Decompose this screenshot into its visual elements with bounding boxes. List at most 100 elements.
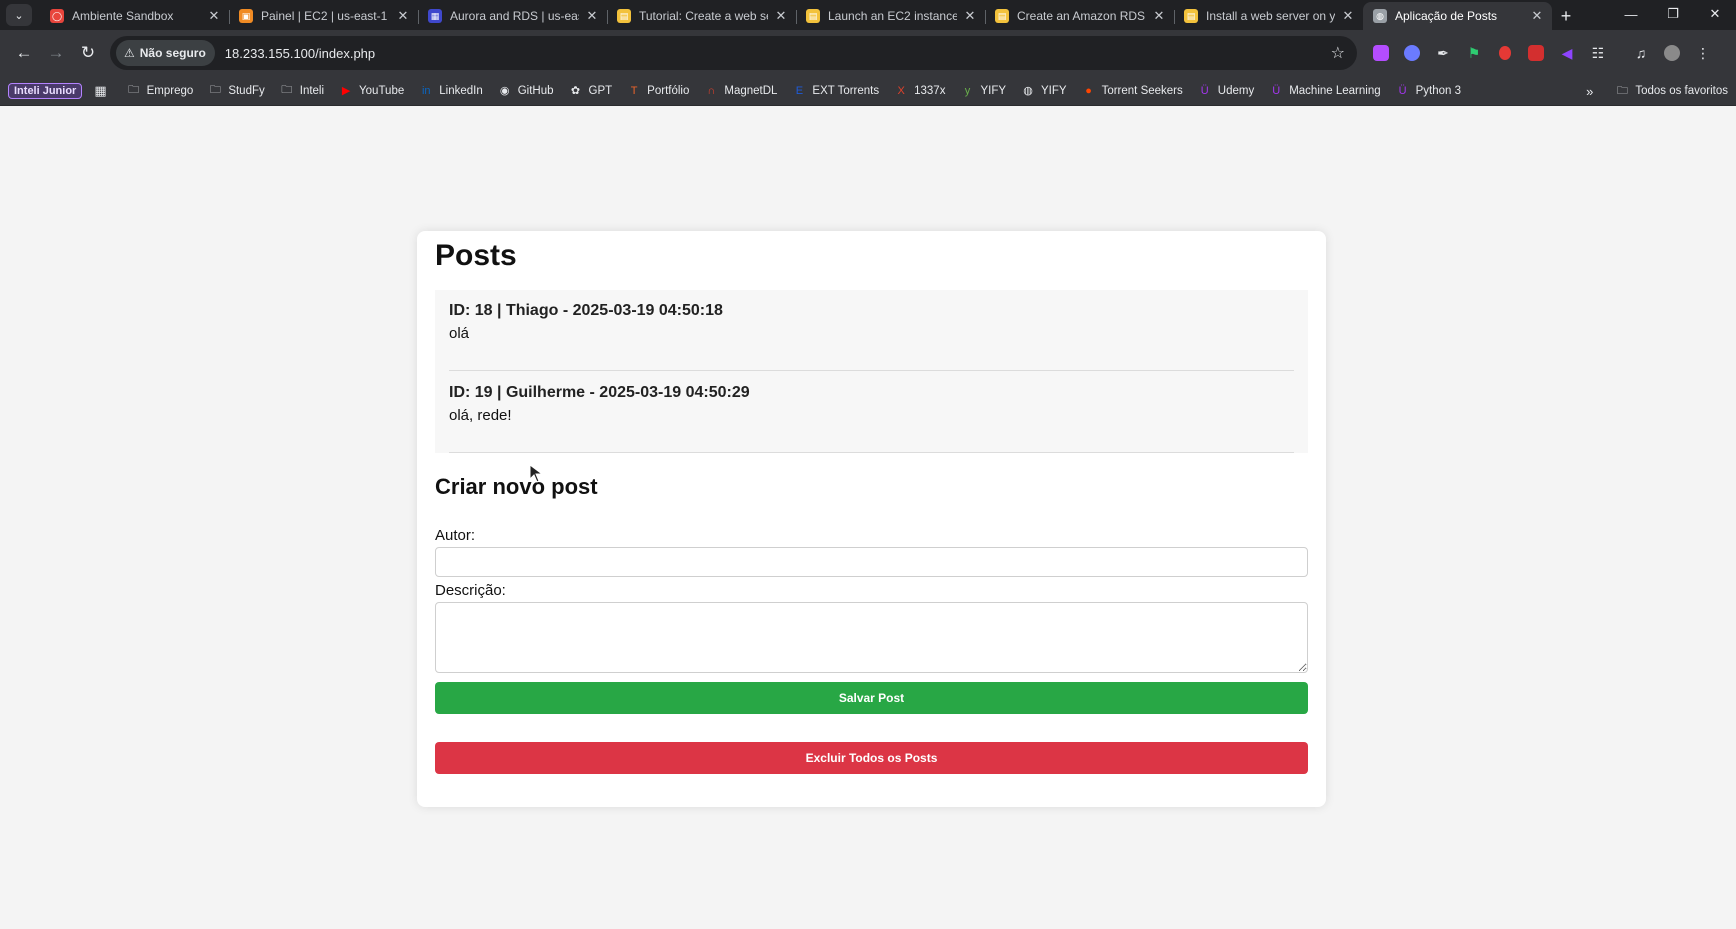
aws-rds-icon: ▦ [428,9,442,23]
close-icon[interactable]: ✕ [585,8,599,24]
close-icon[interactable]: ✕ [1341,8,1355,24]
all-bookmarks-folder[interactable]: 🗀 Todos os favoritos [1615,84,1728,98]
chevron-down-icon: ⌄ [14,9,24,22]
back-button[interactable]: ← [8,37,40,69]
bookmark-item[interactable]: in LinkedIn [419,84,483,98]
linkedin-icon: in [421,84,431,97]
media-icon: ♫ [1635,45,1647,61]
bookmark-item[interactable]: ◉ GitHub [498,84,554,98]
close-window-button[interactable]: ✕ [1694,0,1736,28]
bookmark-item[interactable]: ● Torrent Seekers [1082,84,1183,98]
bookmark-item[interactable]: T Portfólio [627,84,690,98]
posts-card: Posts ID: 18 | Thiago - 2025-03-19 04:50… [417,231,1326,807]
delete-all-posts-button[interactable]: Excluir Todos os Posts [435,742,1308,774]
bookmark-item[interactable]: Ü Udemy [1198,84,1254,98]
close-icon[interactable]: ✕ [963,8,977,24]
ext-icon: E [795,84,804,97]
tab-3[interactable]: ▤ Tutorial: Create a web ser ✕ [607,2,796,30]
bookmark-label: Udemy [1217,84,1255,97]
form-heading: Criar novo post [435,474,598,499]
bookmark-label: StudFy [228,84,265,97]
bookmark-item[interactable]: 🗀 Emprego [127,84,193,98]
extension-button[interactable] [1522,39,1550,67]
bookmark-star-icon[interactable]: ☆ [1331,43,1345,63]
avatar [1664,45,1680,61]
puzzle-icon: ☷ [1591,44,1605,61]
close-icon[interactable]: ✕ [774,8,788,24]
globe-icon: ◍ [1373,9,1387,23]
save-post-button[interactable]: Salvar Post [435,682,1308,714]
more-bookmarks-icon[interactable]: » [1586,84,1593,99]
apps-grid-icon[interactable]: ▦ [94,83,106,99]
url-text[interactable]: 18.233.155.100/index.php [225,46,375,61]
close-icon[interactable]: ✕ [396,8,410,24]
extension-button[interactable]: ✒ [1429,39,1457,67]
minimize-button[interactable]: — [1610,0,1652,28]
close-icon[interactable]: ✕ [207,8,221,24]
close-icon[interactable]: ✕ [1152,8,1166,24]
extension-button[interactable] [1367,39,1395,67]
reload-button[interactable]: ↻ [72,37,104,69]
restore-button[interactable]: ❐ [1652,0,1694,28]
tab-title: Create an Amazon RDS D [1017,9,1146,23]
profile-button[interactable] [1658,39,1686,67]
bookmark-item[interactable]: 🗀 Inteli [280,84,324,98]
browser-menu-button[interactable]: ⋮ [1689,39,1717,67]
all-bookmarks-label: Todos os favoritos [1635,85,1728,97]
bookmark-item[interactable]: y YIFY [960,84,1006,98]
tab-7[interactable]: ◍ Aplicação de Posts ✕ [1363,2,1552,30]
aws-docs-icon: ▤ [617,9,631,23]
bookmark-item[interactable]: ∩ MagnetDL [704,84,777,98]
bookmark-item[interactable]: ✿ GPT [569,84,612,98]
new-tab-button[interactable]: + [1552,2,1580,30]
tab-search-button[interactable]: ⌄ [6,4,32,26]
bookmark-item[interactable]: Ü Python 3 [1396,84,1461,98]
bookmark-label: YIFY [1041,84,1067,97]
posts-list: ID: 18 | Thiago - 2025-03-19 04:50:18 ol… [435,290,1308,453]
tab-1[interactable]: ▣ Painel | EC2 | us-east-1 ✕ [229,2,418,30]
magnet-icon: ∩ [707,84,716,97]
udemy-icon: Ü [1398,84,1407,97]
tab-title: Painel | EC2 | us-east-1 [261,9,388,23]
bookmark-item[interactable]: X 1337x [894,84,945,98]
tab-2[interactable]: ▦ Aurora and RDS | us-east- ✕ [418,2,607,30]
security-indicator[interactable]: ⚠ Não seguro [116,40,215,66]
extension-icon [1528,45,1544,61]
bookmark-chip[interactable]: Inteli Junior [8,82,83,99]
bookmark-label: MagnetDL [724,84,778,97]
tab-5[interactable]: ▤ Create an Amazon RDS D ✕ [985,2,1174,30]
bookmark-item[interactable]: ▶ YouTube [339,84,404,98]
description-input[interactable] [435,602,1308,673]
tab-title: Launch an EC2 instance to [828,9,957,23]
bookmark-item[interactable]: ◍ YIFY [1021,84,1067,98]
page-title: Posts [435,239,517,272]
bookmark-label: Python 3 [1415,84,1462,97]
yify-icon: y [964,84,971,97]
forward-button[interactable]: → [40,37,72,69]
x-icon: X [897,84,905,97]
tab-4[interactable]: ▤ Launch an EC2 instance to ✕ [796,2,985,30]
bookmark-item[interactable]: E EXT Torrents [792,84,879,98]
post-text: olá [449,325,470,342]
extensions-menu-button[interactable]: ☷ [1584,39,1612,67]
bookmark-item[interactable]: Ü Machine Learning [1269,84,1380,98]
post-item: ID: 19 | Guilherme - 2025-03-19 04:50:29… [449,384,1294,453]
media-control-button[interactable]: ♫ [1627,39,1655,67]
extension-button[interactable] [1398,39,1426,67]
post-text: olá, rede! [449,407,512,424]
openai-icon: ✿ [570,85,581,97]
warning-icon: ⚠ [124,46,135,60]
extension-icon [1373,45,1389,61]
author-input[interactable] [435,547,1308,577]
bookmark-item[interactable]: 🗀 StudFy [208,84,265,98]
extension-button[interactable] [1491,39,1519,67]
folder-icon: 🗀 [281,84,293,96]
close-icon[interactable]: ✕ [1530,8,1544,24]
tab-6[interactable]: ▤ Install a web server on yo ✕ [1174,2,1363,30]
flag-icon: ⚑ [1467,44,1481,61]
bookmark-label: 1337x [914,84,946,97]
tab-0[interactable]: ◯ Ambiente Sandbox ✕ [40,2,229,30]
extension-button[interactable]: ⚑ [1460,39,1488,67]
extension-button[interactable]: ◀ [1553,39,1581,67]
address-bar[interactable]: ⚠ Não seguro 18.233.155.100/index.php ☆ [110,36,1357,70]
